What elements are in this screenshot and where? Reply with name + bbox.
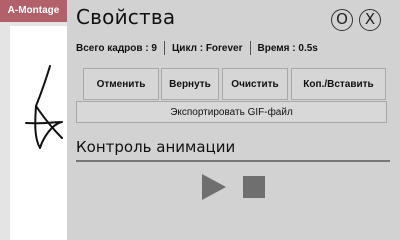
drawing-canvas[interactable]	[10, 26, 67, 240]
stop-icon[interactable]	[243, 176, 265, 198]
undo-button[interactable]: Отменить	[83, 68, 159, 100]
export-gif-button[interactable]: Экспортировать GIF-файл	[76, 101, 387, 123]
redo-button[interactable]: Вернуть	[161, 68, 219, 100]
circle-o-button[interactable]: O	[331, 9, 353, 31]
loop-setting[interactable]: Цикл : Forever	[172, 43, 243, 54]
clear-button[interactable]: Очистить	[222, 68, 288, 100]
screen: A-Montage Свойства O X Всего кадров : 9 …	[0, 0, 400, 240]
section-divider	[76, 160, 390, 162]
frames-count: Всего кадров : 9	[76, 42, 157, 54]
info-row: Всего кадров : 9 Цикл : Forever Время : …	[76, 38, 392, 58]
canvas-sketch	[25, 65, 63, 149]
play-icon[interactable]	[201, 174, 227, 200]
app-strip: A-Montage	[0, 0, 67, 240]
info-separator	[249, 41, 251, 55]
info-separator	[164, 41, 165, 55]
frame-time[interactable]: Время : 0.5s	[258, 43, 318, 54]
properties-panel: Свойства O X Всего кадров : 9 Цикл : For…	[67, 0, 400, 240]
animation-control-title: Контроль анимации	[76, 138, 236, 156]
app-tab[interactable]: A-Montage	[0, 0, 67, 22]
close-button[interactable]: X	[359, 9, 381, 31]
panel-title: Свойства	[76, 5, 176, 29]
copy-paste-button[interactable]: Коп./Вставить	[291, 68, 386, 100]
